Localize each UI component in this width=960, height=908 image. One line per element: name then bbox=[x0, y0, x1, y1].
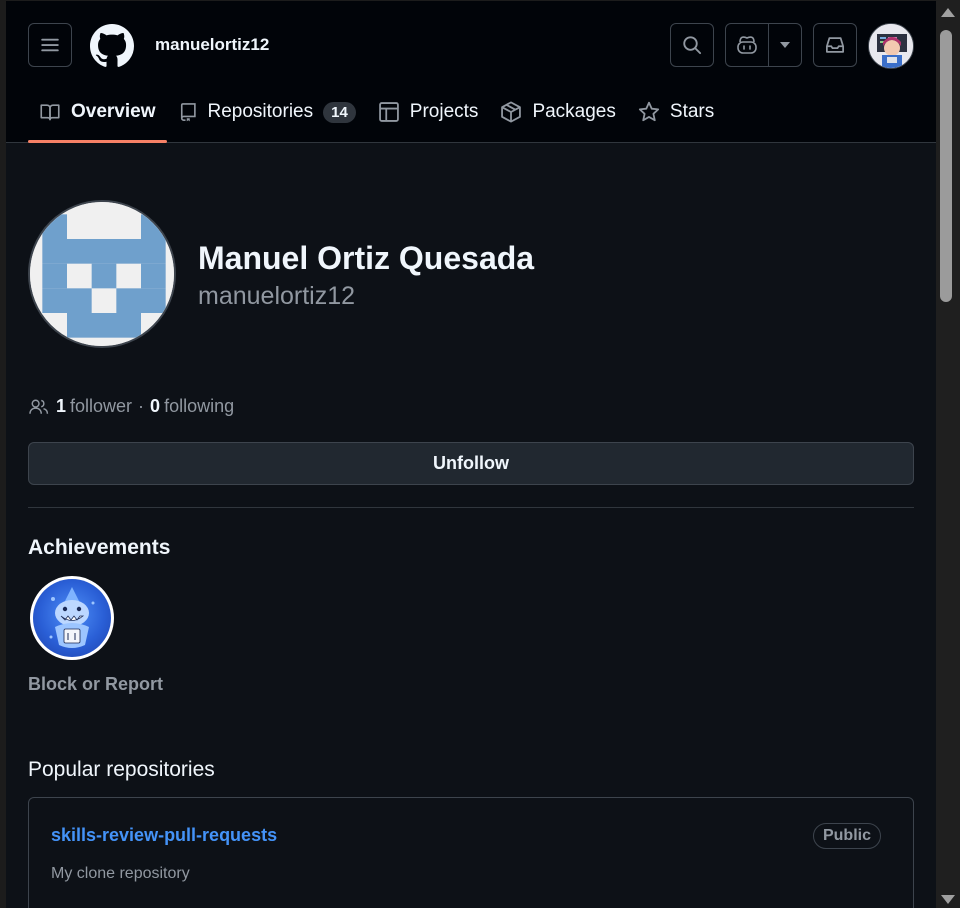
copilot-button[interactable] bbox=[726, 24, 770, 66]
star-icon bbox=[638, 101, 659, 122]
separator-dot: · bbox=[138, 396, 145, 416]
pull-shark-badge[interactable] bbox=[30, 576, 114, 660]
profile-full-name: Manuel Ortiz Quesada bbox=[198, 240, 535, 276]
copilot-icon bbox=[737, 36, 758, 54]
section-divider bbox=[28, 507, 914, 508]
tab-stars-label: Stars bbox=[669, 101, 715, 122]
repo-visibility-badge: Public bbox=[812, 823, 881, 849]
repo-card: skills-review-pull-requests Public My cl… bbox=[28, 797, 914, 908]
menu-button[interactable] bbox=[28, 23, 72, 67]
vertical-scrollbar[interactable] bbox=[936, 0, 960, 908]
hamburger-menu-icon bbox=[41, 38, 59, 52]
table-icon bbox=[378, 102, 399, 122]
achievements-heading: Achievements bbox=[28, 536, 171, 559]
tab-packages[interactable]: Packages bbox=[489, 89, 626, 135]
repo-description: My clone repository bbox=[51, 865, 190, 882]
search-button[interactable] bbox=[670, 23, 714, 67]
identicon-image bbox=[30, 202, 174, 346]
scroll-up-arrow-icon[interactable] bbox=[941, 8, 955, 17]
tab-repositories-label: Repositories bbox=[207, 101, 314, 122]
following-count[interactable]: 0 bbox=[150, 396, 160, 417]
following-label[interactable]: following bbox=[164, 396, 234, 417]
tab-repositories[interactable]: Repositories 14 bbox=[167, 89, 367, 135]
triangle-down-icon bbox=[780, 42, 791, 48]
repo-icon bbox=[180, 103, 196, 122]
header-username[interactable]: manuelortiz12 bbox=[155, 35, 269, 55]
people-icon bbox=[29, 399, 49, 414]
popular-repositories-heading: Popular repositories bbox=[28, 758, 215, 781]
block-or-report-link[interactable]: Block or Report bbox=[28, 674, 163, 695]
tab-packages-label: Packages bbox=[532, 101, 616, 122]
followers-label[interactable]: follower bbox=[70, 396, 132, 417]
tab-overview[interactable]: Overview bbox=[28, 89, 167, 143]
inbox-icon bbox=[826, 37, 844, 53]
follow-stats: 1 follower · 0 following bbox=[28, 396, 234, 417]
package-icon bbox=[501, 101, 522, 123]
tab-stars[interactable]: Stars bbox=[627, 89, 725, 135]
copilot-button-group bbox=[725, 23, 802, 67]
unfollow-button[interactable]: Unfollow bbox=[28, 442, 914, 485]
repositories-count-badge: 14 bbox=[323, 101, 356, 123]
app-header: manuelortiz12 Overview Repositories 14 P… bbox=[6, 1, 936, 143]
copilot-dropdown-button[interactable] bbox=[769, 24, 801, 66]
search-icon bbox=[683, 36, 702, 55]
followers-count[interactable]: 1 bbox=[56, 396, 66, 417]
profile-avatar[interactable] bbox=[28, 200, 176, 348]
github-logo-icon[interactable] bbox=[90, 24, 134, 68]
profile-username: manuelortiz12 bbox=[198, 282, 356, 310]
scrollbar-thumb[interactable] bbox=[940, 30, 952, 302]
profile-tabs: Overview Repositories 14 Projects Packag… bbox=[28, 89, 725, 143]
user-avatar[interactable] bbox=[868, 23, 914, 69]
profile-main: Manuel Ortiz Quesada manuelortiz12 1 fol… bbox=[6, 144, 936, 908]
tab-projects-label: Projects bbox=[409, 101, 479, 122]
tab-overview-label: Overview bbox=[71, 101, 156, 122]
repo-name-link[interactable]: skills-review-pull-requests bbox=[51, 825, 277, 846]
tab-projects[interactable]: Projects bbox=[367, 89, 490, 135]
scroll-down-arrow-icon[interactable] bbox=[941, 895, 955, 904]
shark-icon bbox=[49, 587, 95, 648]
book-icon bbox=[40, 104, 60, 121]
inbox-button[interactable] bbox=[813, 23, 857, 67]
